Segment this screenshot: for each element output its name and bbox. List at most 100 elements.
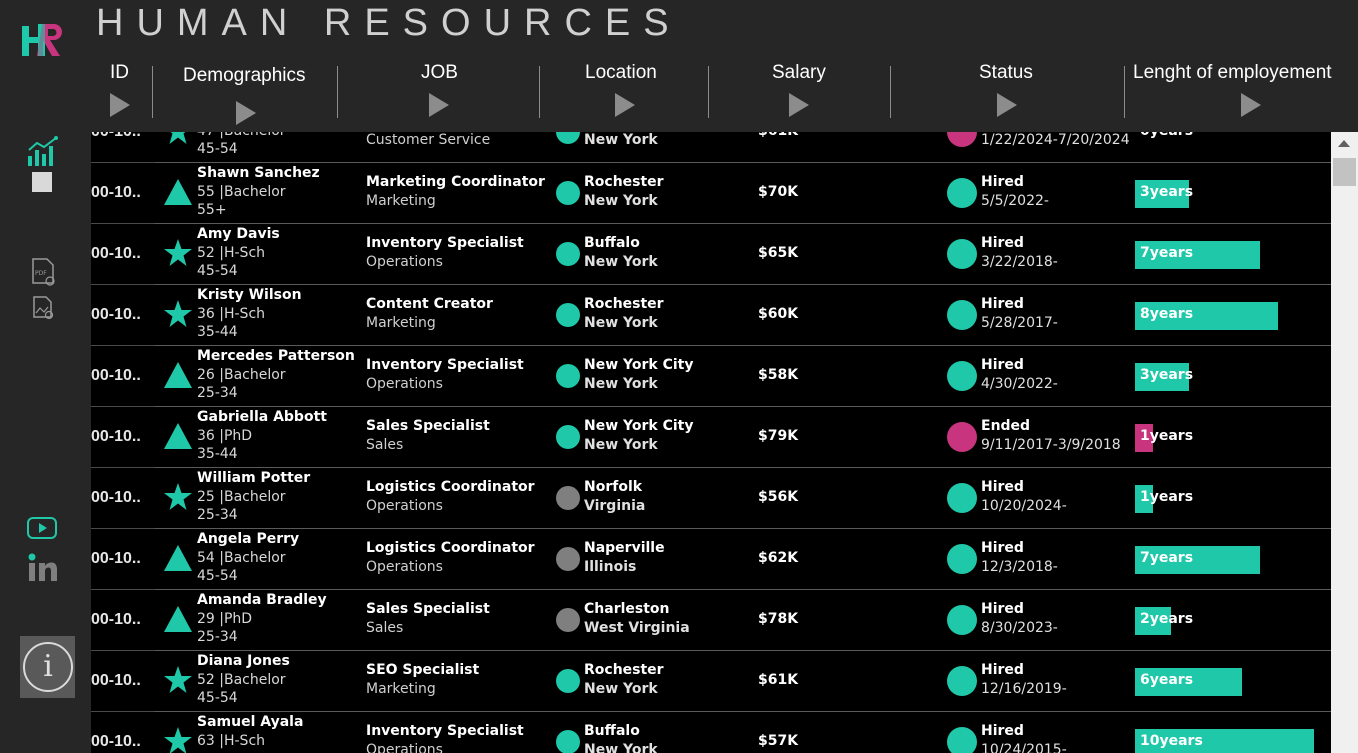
age-group: 45-54 [197, 568, 238, 584]
status-dot [947, 239, 977, 269]
triangle-icon [164, 179, 192, 205]
employment-dates: 9/11/2017-3/9/2018 [981, 437, 1121, 453]
department: Sales [366, 437, 404, 453]
triangle-icon [164, 545, 192, 571]
department: Customer Service [366, 132, 491, 148]
status-label: Hired [981, 174, 1024, 190]
location-dot [556, 730, 580, 753]
location-dot [556, 425, 580, 449]
table-row[interactable]: 00-10.. Amy Davis 52 |H-Sch 45-54 Inventory … [91, 224, 1331, 285]
table-row[interactable]: 00-10.. Kristy Wilson 36 |H-Sch 35-44 Conten… [91, 285, 1331, 346]
age-group: 35-44 [197, 324, 238, 340]
tenure-label: 3years [1140, 184, 1194, 200]
star-icon [164, 239, 192, 266]
tenure-label: 3years [1140, 367, 1194, 383]
employee-name: Amy Davis [197, 226, 280, 242]
header-salary: Salary [772, 62, 826, 83]
tenure-label: 1years [1140, 489, 1194, 505]
salary: $56K [758, 489, 799, 505]
sort-id-icon[interactable] [110, 93, 130, 117]
employment-dates: 10/20/2024- [981, 498, 1067, 514]
header-location: Location [585, 62, 657, 83]
image-icon[interactable] [32, 172, 52, 192]
star-icon [164, 300, 192, 327]
job-title: Marketing Coordinator [366, 174, 545, 190]
tenure-label: 8years [1140, 306, 1194, 322]
age-group: 55+ [197, 202, 227, 218]
job-title: Inventory Specialist [366, 357, 524, 373]
employee-id: 00-10.. [91, 489, 141, 506]
location-dot [556, 132, 580, 144]
pdf-icon[interactable]: PDF [30, 258, 56, 286]
star-icon [164, 483, 192, 510]
status-label: Hired [981, 601, 1024, 617]
status-dot [947, 483, 977, 513]
employee-id: 00-10.. [91, 733, 141, 750]
table-row[interactable]: 00-10.. William Potter 25 |Bachelor 25-34 Lo… [91, 468, 1331, 529]
chart-icon[interactable] [26, 136, 60, 168]
employment-dates: 1/22/2024-7/20/2024 [981, 132, 1130, 148]
salary: $65K [758, 245, 799, 261]
table-row[interactable]: 00-10.. Angela Perry 54 |Bachelor 45-54 Logi… [91, 529, 1331, 590]
tenure-label: 6years [1140, 672, 1194, 688]
employee-name: William Potter [197, 470, 311, 486]
state: New York [584, 132, 658, 148]
city: Charleston [584, 601, 670, 617]
tenure-label: 7years [1140, 550, 1194, 566]
salary: $60K [758, 306, 799, 322]
sort-location-icon[interactable] [615, 93, 635, 117]
image-file-icon[interactable] [32, 296, 54, 320]
sort-salary-icon[interactable] [789, 93, 809, 117]
star-icon [164, 666, 192, 693]
city: Rochester [584, 296, 664, 312]
sort-status-icon[interactable] [997, 93, 1017, 117]
employment-dates: 10/24/2015- [981, 742, 1067, 753]
table-row[interactable]: 00-10.. Shawn Sanchez 55 |Bachelor 55+ Marke… [91, 163, 1331, 224]
table-row[interactable]: 00-10.. Mercedes Patterson 26 |Bachelor 25-… [91, 346, 1331, 407]
table-row[interactable]: 00-10.. 47 |Bachelor 45-54 Customer Service… [91, 132, 1331, 163]
location-dot [556, 181, 580, 205]
city: Rochester [584, 662, 664, 678]
header-status: Status [979, 62, 1033, 83]
table-row[interactable]: 00-10.. Samuel Ayala 63 |H-Sch Inventory Sp… [91, 712, 1331, 753]
employee-id: 00-10.. [91, 611, 141, 628]
tenure-label: 7years [1140, 245, 1194, 261]
hr-logo [22, 24, 62, 56]
employee-name: Samuel Ayala [197, 714, 304, 730]
linkedin-icon[interactable] [28, 553, 58, 583]
scroll-up-arrow[interactable] [1338, 140, 1350, 147]
info-button[interactable]: i [20, 636, 75, 698]
status-label: Hired [981, 723, 1024, 739]
svg-text:PDF: PDF [35, 270, 47, 277]
state: New York [584, 681, 658, 697]
age-group: 45-54 [197, 141, 238, 157]
employee-id: 00-10.. [91, 550, 141, 567]
salary: $62K [758, 550, 799, 566]
table-row[interactable]: 00-10.. Amanda Bradley 29 |PhD 25-34 Sales S… [91, 590, 1331, 651]
employment-dates: 12/16/2019- [981, 681, 1067, 697]
sort-demographics-icon[interactable] [236, 101, 256, 125]
youtube-icon[interactable] [27, 517, 57, 539]
scroll-thumb[interactable] [1333, 158, 1356, 186]
salary: $61K [758, 132, 798, 139]
sort-length-icon[interactable] [1241, 93, 1261, 117]
salary: $57K [758, 733, 799, 749]
department: Operations [366, 498, 443, 514]
table-row[interactable]: 00-10.. Gabriella Abbott 36 |PhD 35-44 Sales… [91, 407, 1331, 468]
header-id: ID [110, 62, 129, 83]
job-title: SEO Specialist [366, 662, 480, 678]
age-education: 36 |PhD [197, 428, 253, 444]
status-label: Hired [981, 479, 1024, 495]
scrollbar[interactable] [1331, 132, 1358, 753]
job-title: Sales Specialist [366, 601, 490, 617]
job-title: Logistics Coordinator [366, 540, 535, 556]
table-row[interactable]: 00-10.. Diana Jones 52 |Bachelor 45-54 SEO S… [91, 651, 1331, 712]
age-education: 29 |PhD [197, 611, 253, 627]
employee-name: Mercedes Patterson [197, 348, 355, 364]
status-label: Hired [981, 662, 1024, 678]
triangle-icon [164, 362, 192, 388]
sort-job-icon[interactable] [429, 93, 449, 117]
header-job: JOB [421, 62, 458, 83]
age-education: 55 |Bachelor [197, 184, 286, 200]
city: Naperville [584, 540, 665, 556]
